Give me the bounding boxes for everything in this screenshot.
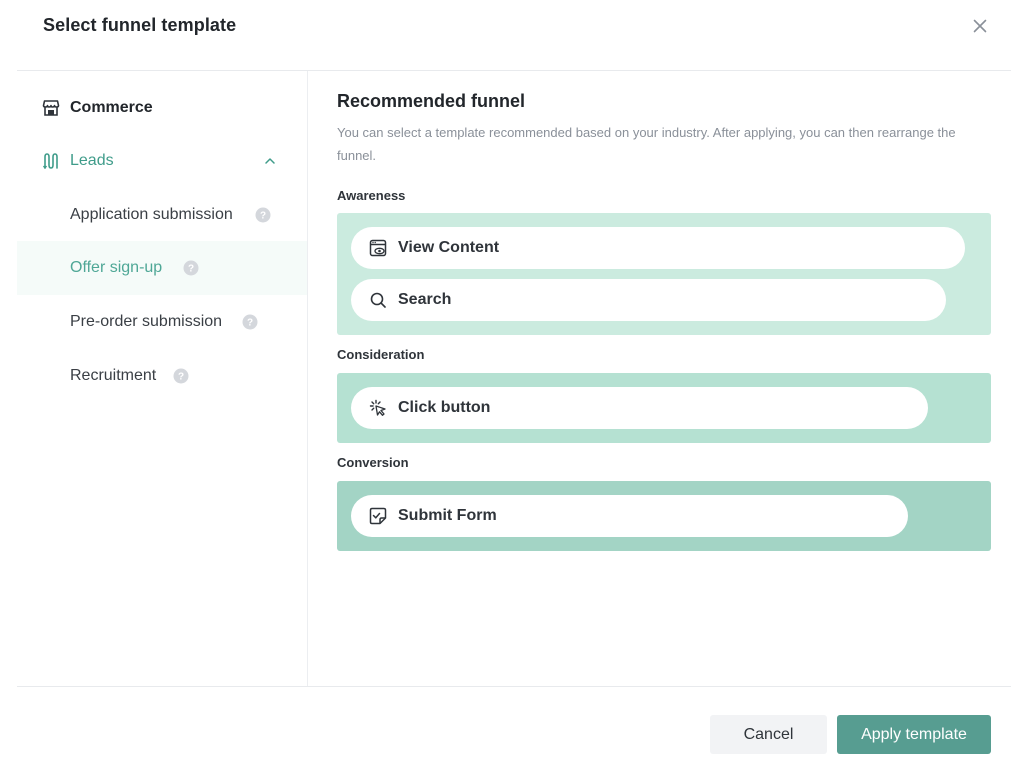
stage-awareness: View Content Search — [337, 213, 991, 335]
close-icon — [968, 14, 992, 38]
store-icon — [41, 98, 61, 118]
sidebar-item-application-submission[interactable]: Application submission ? — [17, 188, 308, 242]
sidebar-item-offer-sign-up[interactable]: Offer sign-up ? — [17, 241, 308, 295]
view-content-icon — [369, 239, 387, 257]
cancel-button[interactable]: Cancel — [710, 715, 827, 754]
sidebar-item-label: Recruitment — [70, 367, 157, 384]
event-view-content[interactable]: View Content — [351, 227, 965, 269]
dialog-header: Select funnel template — [0, 0, 1024, 70]
sidebar-category-label: Leads — [70, 152, 114, 169]
svg-text:?: ? — [260, 211, 266, 222]
apply-template-button[interactable]: Apply template — [837, 715, 991, 754]
help-icon[interactable]: ? — [255, 207, 271, 223]
stage-conversion: Submit Form — [337, 481, 991, 551]
svg-text:?: ? — [178, 372, 184, 383]
click-icon — [369, 399, 387, 417]
form-icon — [369, 507, 387, 525]
event-label: Submit Form — [398, 507, 497, 524]
funnel-preview: Recommended funnel You can select a temp… — [337, 71, 991, 687]
help-icon[interactable]: ? — [183, 260, 199, 276]
help-icon[interactable]: ? — [242, 314, 258, 330]
recommended-funnel-title: Recommended funnel — [337, 91, 526, 111]
sidebar-category-commerce[interactable]: Commerce — [17, 89, 308, 125]
sidebar-divider — [307, 71, 308, 687]
sidebar-item-recruitment[interactable]: Recruitment ? — [17, 349, 308, 403]
sidebar-item-label: Offer sign-up — [70, 259, 163, 276]
sidebar-category-label: Commerce — [70, 99, 153, 116]
sidebar-category-leads[interactable]: Leads — [17, 142, 308, 178]
event-submit-form[interactable]: Submit Form — [351, 495, 908, 537]
sidebar-item-label: Application submission — [70, 206, 233, 223]
event-label: Click button — [398, 399, 491, 416]
svg-text:?: ? — [247, 318, 253, 329]
recommended-funnel-description: You can select a template recommended ba… — [337, 125, 956, 163]
stage-label-conversion: Conversion — [337, 455, 409, 470]
event-label: View Content — [398, 239, 500, 256]
event-label: Search — [398, 291, 452, 308]
funnel-template-dialog: Select funnel template Commerce Leads Ap… — [0, 0, 1024, 767]
dialog-title: Select funnel template — [43, 15, 237, 35]
sidebar-item-label: Pre-order submission — [70, 313, 223, 330]
event-click-button[interactable]: Click button — [351, 387, 928, 429]
help-icon[interactable]: ? — [173, 368, 189, 384]
stage-label-consideration: Consideration — [337, 347, 425, 362]
funnel-icon — [41, 151, 61, 171]
stage-consideration: Click button — [337, 373, 991, 443]
template-sidebar: Commerce Leads Application submission ? … — [17, 71, 308, 687]
svg-text:?: ? — [188, 264, 194, 275]
search-icon — [369, 291, 387, 309]
sidebar-item-pre-order-submission[interactable]: Pre-order submission ? — [17, 295, 308, 349]
close-button[interactable] — [968, 14, 992, 38]
chevron-up-icon[interactable] — [262, 153, 278, 169]
event-search[interactable]: Search — [351, 279, 946, 321]
stage-label-awareness: Awareness — [337, 188, 406, 203]
footer-divider — [17, 686, 1011, 687]
